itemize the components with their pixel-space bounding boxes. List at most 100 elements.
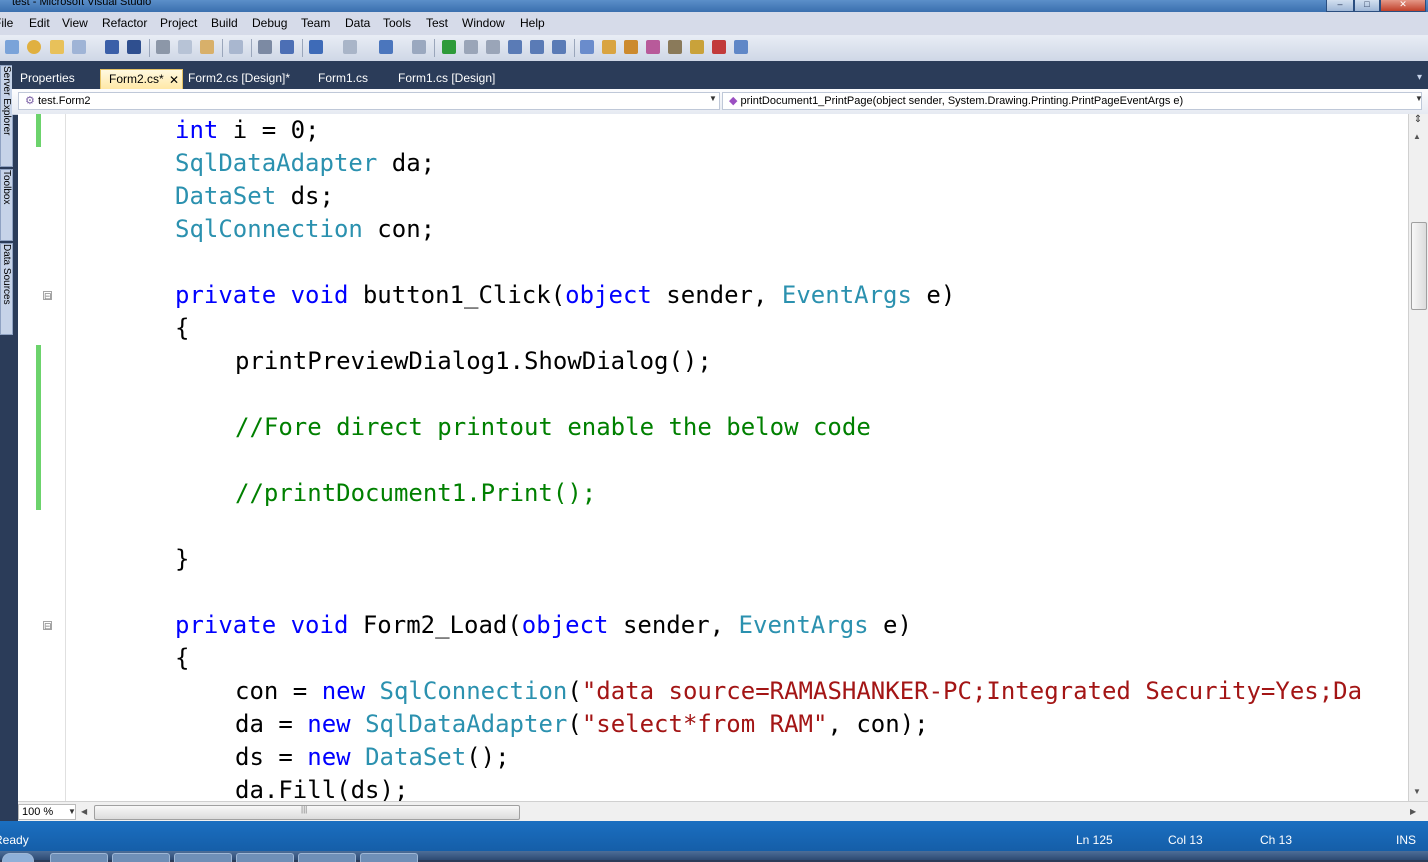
redo-icon[interactable] [343,40,357,54]
scroll-right-icon[interactable]: ▶ [1410,807,1416,816]
taskbar-app[interactable] [298,853,356,862]
code-line: int i = 0; [175,116,320,144]
menu-help[interactable]: Help [520,16,545,30]
class-view-icon[interactable] [646,40,660,54]
navigate-forward-icon[interactable] [412,40,426,54]
insert-mode-indicator: INS [1396,833,1417,847]
undo-icon[interactable] [309,40,323,54]
menu-test[interactable]: Test [426,16,448,30]
status-bar: Ready Ln 125 Col 13 Ch 13 INS [0,821,1428,851]
horizontal-scroll-thumb[interactable]: ||| [94,805,520,820]
navigate-backward-icon[interactable] [379,40,393,54]
tab-form2-cs[interactable]: Form2.cs* ✕ [100,69,183,89]
scroll-down-icon[interactable]: ▼ [1413,787,1421,796]
change-marker [36,114,41,147]
break-all-icon[interactable] [464,40,478,54]
step-into-icon[interactable] [508,40,522,54]
split-handle-icon[interactable]: ⇕ [1412,115,1424,130]
output-window-icon[interactable] [734,40,748,54]
line-indicator: Ln 125 [1076,833,1113,847]
taskbar-app[interactable] [360,853,418,862]
toolbox-icon[interactable] [668,40,682,54]
tab-form2-design[interactable]: Form2.cs [Design]* [180,69,310,89]
add-item-icon[interactable] [27,40,41,54]
comment-line: //Fore direct printout enable the below … [235,413,871,441]
navigation-bar: ⚙ test.Form2 ▼ ◆ printDocument1_PrintPag… [12,89,1428,115]
class-selector-dropdown[interactable]: ⚙ test.Form2 [18,92,720,110]
menu-data[interactable]: Data [345,16,370,30]
solution-explorer-icon[interactable] [580,40,594,54]
close-window-button[interactable]: ✕ [1380,0,1426,12]
toolbox-tab[interactable]: Toolbox [0,169,13,241]
copy-icon[interactable] [178,40,192,54]
standard-toolbar [0,35,1428,62]
member-selector-dropdown[interactable]: ◆ printDocument1_PrintPage(object sender… [722,92,1422,110]
chevron-down-icon[interactable]: ▼ [1415,94,1423,103]
vertical-scrollbar[interactable]: ⇕ ▲ ▼ [1408,114,1428,801]
cut-icon[interactable] [156,40,170,54]
code-line: con = new SqlConnection("data source=RAM… [235,677,1363,705]
menu-bar: File Edit View Refactor Project Build De… [0,12,1428,36]
left-dock-strip: Server Explorer Toolbox Data Sources [0,61,13,831]
menu-window[interactable]: Window [462,16,505,30]
new-project-icon[interactable] [5,40,19,54]
step-out-icon[interactable] [552,40,566,54]
add-new-item-icon[interactable] [72,40,86,54]
vertical-scroll-thumb[interactable] [1411,222,1427,310]
start-button[interactable] [2,853,34,862]
uncomment-icon[interactable] [280,40,294,54]
menu-edit[interactable]: Edit [29,16,50,30]
start-page-icon[interactable] [690,40,704,54]
minimize-button[interactable]: – [1326,0,1354,12]
menu-debug[interactable]: Debug [252,16,287,30]
save-icon[interactable] [105,40,119,54]
scroll-left-icon[interactable]: ◀ [81,807,87,816]
error-list-icon[interactable] [712,40,726,54]
stop-debugging-icon[interactable] [486,40,500,54]
chevron-down-icon[interactable]: ▼ [709,94,717,103]
find-in-files-icon[interactable] [229,40,243,54]
tab-label: Form1.cs [Design] [398,71,496,85]
object-browser-icon[interactable] [624,40,638,54]
document-tab-strip: Properties Form2.cs* ✕ Form2.cs [Design]*… [12,61,1428,89]
maximize-button[interactable]: □ [1354,0,1380,12]
chevron-down-icon[interactable]: ▼ [68,807,76,816]
menu-tools[interactable]: Tools [383,16,411,30]
taskbar-app[interactable] [50,853,108,862]
tab-form1-design[interactable]: Form1.cs [Design] [390,69,510,89]
tab-form1-cs[interactable]: Form1.cs [310,69,390,89]
open-file-icon[interactable] [50,40,64,54]
code-line: da.Fill(ds); [235,776,409,801]
step-over-icon[interactable] [530,40,544,54]
status-text: Ready [0,833,29,847]
editor-gutter: ⊟ ⊟ [18,114,66,801]
close-tab-icon[interactable]: ✕ [169,71,179,89]
horizontal-scrollbar[interactable]: 100 % ▼ ◀ ||| ▶ [18,801,1428,822]
menu-file[interactable]: File [0,16,13,30]
comment-icon[interactable] [258,40,272,54]
paste-icon[interactable] [200,40,214,54]
menu-build[interactable]: Build [211,16,238,30]
properties-window-icon[interactable] [602,40,616,54]
column-indicator: Col 13 [1168,833,1203,847]
menu-view[interactable]: View [62,16,88,30]
tab-properties[interactable]: Properties [12,69,100,89]
active-files-dropdown-icon[interactable]: ▾ [1417,72,1422,83]
menu-team[interactable]: Team [301,16,330,30]
code-editor[interactable]: ⊟ ⊟ int i = 0; SqlDataAdapter da; DataSe… [18,114,1408,801]
menu-project[interactable]: Project [160,16,197,30]
windows-taskbar [0,851,1428,862]
taskbar-app[interactable] [112,853,170,862]
scroll-up-icon[interactable]: ▲ [1413,132,1421,141]
collapse-icon[interactable]: ⊟ [43,291,52,301]
menu-refactor[interactable]: Refactor [102,16,147,30]
tab-label: Form2.cs* [109,72,164,86]
save-all-icon[interactable] [127,40,141,54]
collapse-icon[interactable]: ⊟ [43,621,52,631]
data-sources-tab[interactable]: Data Sources [0,243,13,335]
class-icon: ⚙ [25,95,35,107]
method-icon: ◆ [729,95,738,107]
taskbar-app[interactable] [236,853,294,862]
start-debugging-icon[interactable] [442,40,456,54]
taskbar-app[interactable] [174,853,232,862]
